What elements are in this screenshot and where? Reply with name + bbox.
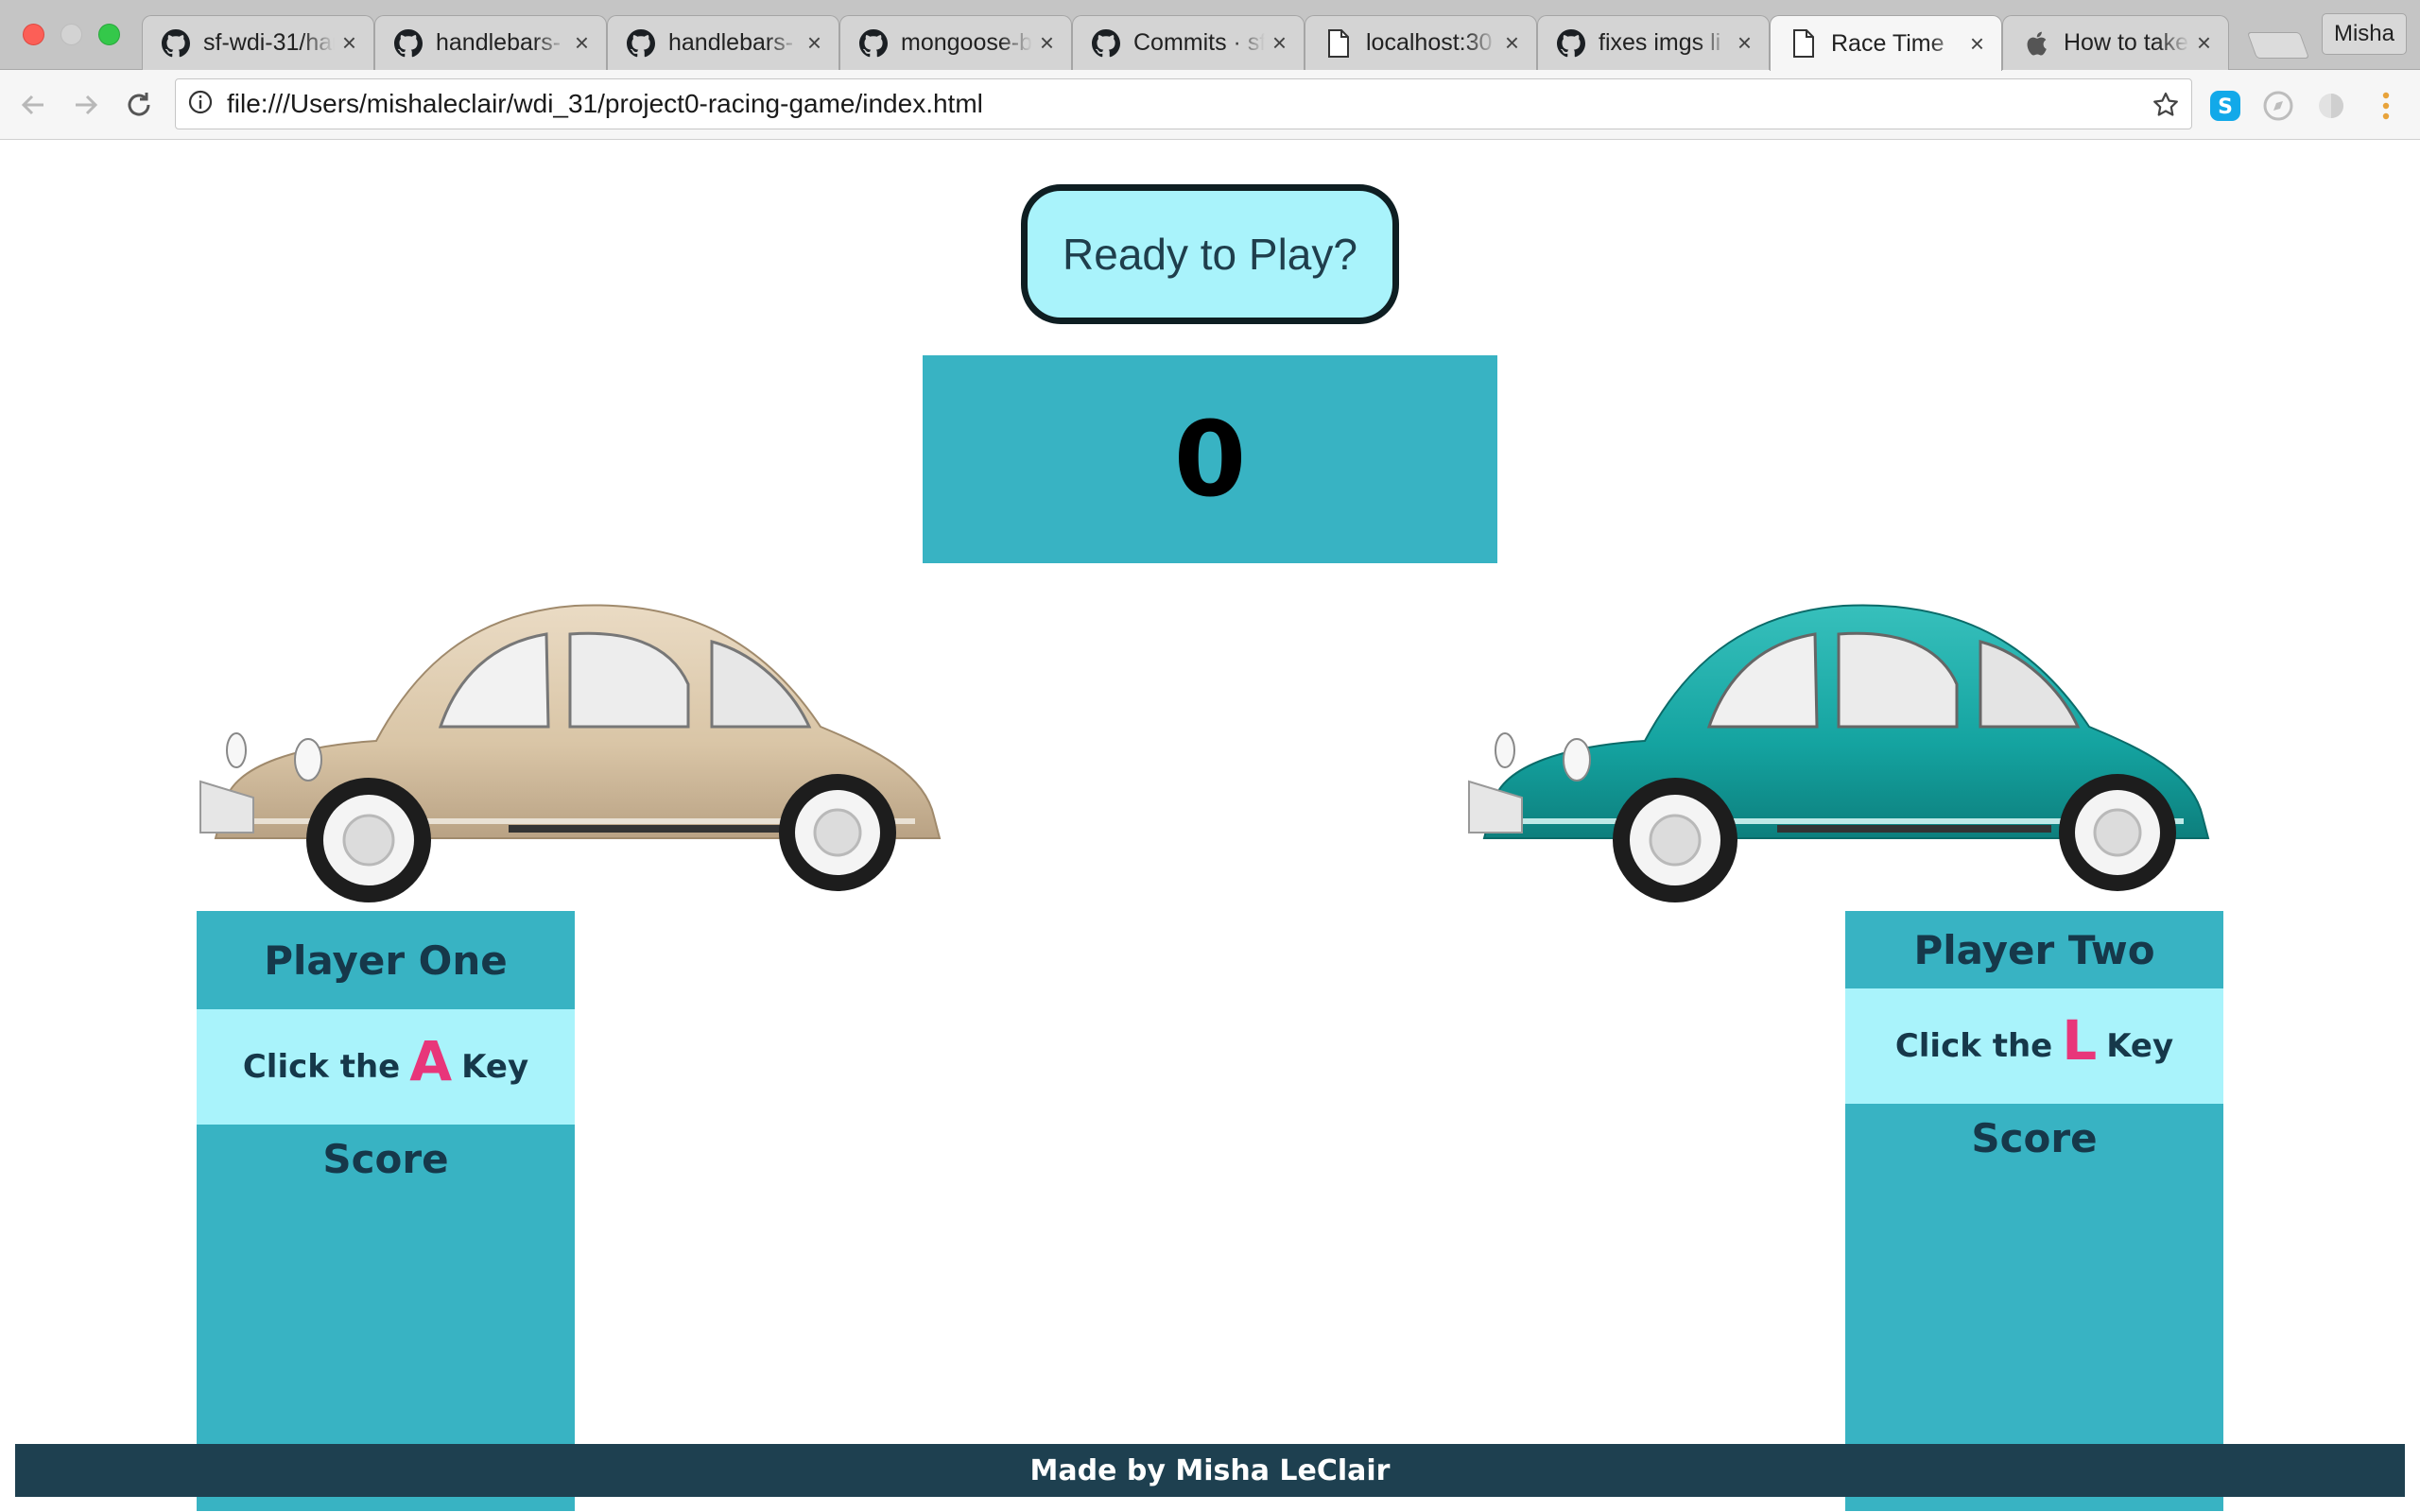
reload-icon[interactable] bbox=[121, 87, 157, 123]
browser-tab[interactable]: Commits · sf × bbox=[1072, 15, 1305, 70]
back-arrow-icon[interactable] bbox=[15, 87, 51, 123]
browser-tab-strip: sf-wdi-31/handlebars × handlebars- × han… bbox=[0, 0, 2420, 71]
github-icon bbox=[394, 28, 423, 58]
github-icon bbox=[859, 28, 888, 58]
player-one-key: A bbox=[409, 1029, 453, 1093]
tab-close-icon[interactable]: × bbox=[1737, 28, 1752, 58]
browser-tab[interactable]: handlebars- × bbox=[607, 15, 839, 70]
tab-title: handlebars- bbox=[668, 29, 794, 56]
close-window-button[interactable] bbox=[23, 24, 44, 45]
maximize-window-button[interactable] bbox=[98, 24, 120, 45]
tab-close-icon[interactable]: × bbox=[575, 28, 589, 58]
ready-to-play-button[interactable]: Ready to Play? bbox=[1021, 184, 1399, 324]
player-two-car-image bbox=[1468, 604, 2210, 902]
tab-title: sf-wdi-31/handlebars bbox=[203, 29, 335, 56]
tab-close-icon[interactable]: × bbox=[807, 28, 821, 58]
instruction-prefix: Click the bbox=[242, 1048, 401, 1086]
player-one-panel: Player One Click the A Key Score bbox=[197, 911, 575, 1511]
browser-toolbar: file:///Users/mishaleclair/wdi_31/projec… bbox=[0, 70, 2420, 140]
github-icon bbox=[627, 28, 655, 58]
tab-close-icon[interactable]: × bbox=[1505, 28, 1519, 58]
page-content: Ready to Play? 0 Player One Click the A … bbox=[0, 141, 2420, 1512]
url-text: file:///Users/mishaleclair/wdi_31/projec… bbox=[227, 89, 983, 118]
github-icon bbox=[1092, 28, 1120, 58]
instruction-prefix: Click the bbox=[1894, 1027, 2053, 1065]
player-two-score-label: Score bbox=[1971, 1115, 2098, 1161]
browser-tab[interactable]: handlebars- × bbox=[374, 15, 607, 70]
browser-tab-active[interactable]: Race Time × bbox=[1770, 15, 2002, 71]
tab-close-icon[interactable]: × bbox=[342, 28, 356, 58]
browser-tab[interactable]: sf-wdi-31/handlebars × bbox=[142, 15, 374, 70]
tab-close-icon[interactable]: × bbox=[1970, 29, 1984, 59]
timer-value: 0 bbox=[1173, 399, 1247, 520]
browser-tab[interactable]: localhost:30 × bbox=[1305, 15, 1537, 70]
minimize-window-button[interactable] bbox=[60, 24, 82, 45]
tab-title: Race Time bbox=[1831, 29, 1945, 57]
footer: Made by Misha LeClair bbox=[15, 1444, 2405, 1497]
player-two-instruction: Click the L Key bbox=[1845, 988, 2223, 1104]
new-tab-button[interactable] bbox=[2246, 32, 2310, 59]
github-icon bbox=[1557, 28, 1585, 58]
timer-box: 0 bbox=[923, 355, 1497, 563]
tab-title: handlebars- bbox=[436, 29, 562, 56]
tab-title: fixes imgs li bbox=[1599, 29, 1721, 56]
instruction-suffix: Key bbox=[2106, 1027, 2174, 1065]
player-one-car-image bbox=[199, 604, 942, 902]
browser-tab[interactable]: fixes imgs li × bbox=[1537, 15, 1770, 70]
tab-title: localhost:30 bbox=[1366, 29, 1493, 56]
player-two-title: Player Two bbox=[1913, 926, 2155, 973]
chrome-menu-icon[interactable] bbox=[2369, 89, 2403, 123]
tab-close-icon[interactable]: × bbox=[2197, 28, 2211, 58]
loading-extension-icon[interactable] bbox=[2314, 89, 2348, 123]
compass-extension-icon[interactable] bbox=[2261, 89, 2295, 123]
player-one-score-label: Score bbox=[322, 1136, 449, 1182]
address-bar[interactable]: file:///Users/mishaleclair/wdi_31/projec… bbox=[175, 78, 2192, 129]
browser-tab[interactable]: mongoose-b × bbox=[839, 15, 1072, 70]
tab-close-icon[interactable]: × bbox=[1040, 28, 1054, 58]
document-icon bbox=[1789, 29, 1818, 58]
instruction-suffix: Key bbox=[461, 1048, 529, 1086]
apple-icon bbox=[2022, 29, 2050, 58]
forward-arrow-icon[interactable] bbox=[68, 87, 104, 123]
player-two-key: L bbox=[2062, 1008, 2098, 1073]
tab-close-icon[interactable]: × bbox=[1272, 28, 1287, 58]
browser-tab[interactable]: How to take × bbox=[2002, 15, 2229, 70]
tab-title: How to take bbox=[2064, 29, 2189, 56]
github-icon bbox=[162, 28, 190, 58]
profile-button[interactable]: Misha bbox=[2322, 13, 2407, 55]
svg-text:S: S bbox=[2218, 95, 2233, 119]
info-icon[interactable] bbox=[187, 89, 214, 120]
tab-title: mongoose-b bbox=[901, 29, 1032, 56]
player-one-title: Player One bbox=[264, 936, 508, 984]
skype-extension-icon[interactable]: S bbox=[2208, 89, 2242, 123]
document-icon bbox=[1324, 28, 1353, 58]
player-one-instruction: Click the A Key bbox=[197, 1009, 575, 1125]
tab-title: Commits · sf bbox=[1133, 29, 1265, 56]
player-two-panel: Player Two Click the L Key Score bbox=[1845, 911, 2223, 1511]
bookmark-star-icon[interactable] bbox=[2152, 91, 2180, 124]
